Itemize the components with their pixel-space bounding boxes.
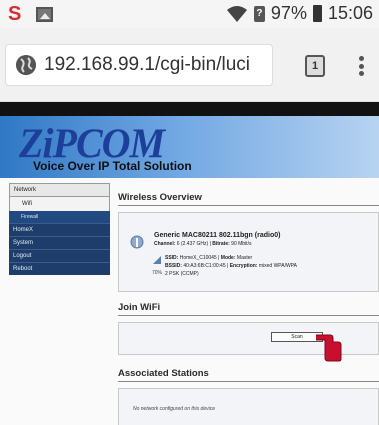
associated-stations-box: No network configured on this device	[118, 388, 379, 425]
globe-icon	[16, 55, 36, 75]
bssid-line: BSSID: 40:A3:6B:C1:00:45 | Encryption: m…	[165, 263, 298, 269]
tabs-button[interactable]: 1	[305, 55, 325, 77]
wireless-overview-title: Wireless Overview	[118, 192, 379, 206]
header-banner: ZiPCOM Voice Over IP Total Solution	[0, 116, 379, 178]
join-wifi-section: Join WiFi Scan	[118, 302, 379, 362]
page-content: Network Wifi Firewall HomeX System Logou…	[0, 178, 379, 425]
ssid-line: SSID: HomeX_C10045 | Mode: Master	[165, 255, 253, 261]
pointing-hand-icon	[316, 334, 342, 362]
associated-empty-message: No network configured on this device	[133, 406, 215, 412]
clock: 15:06	[327, 3, 373, 23]
status-bar: S ? 97% 15:06	[0, 0, 379, 28]
radio-channel-bitrate: Channel: 6 (2.437 GHz) | Bitrate: 90 Mbi…	[154, 241, 252, 247]
associated-stations-section: Associated Stations No network configure…	[118, 368, 379, 425]
status-right: ? 97% 15:06	[226, 3, 373, 24]
join-wifi-box: Scan	[118, 322, 379, 362]
sim-icon: ?	[253, 5, 265, 22]
radio-name: Generic MAC80211 802.11bgn (radio0)	[154, 232, 281, 239]
address-bar[interactable]: 192.168.99.1/cgi-bin/luci	[5, 44, 273, 86]
tagline: Voice Over IP Total Solution	[33, 159, 192, 173]
sidebar-item-network[interactable]: Network	[9, 183, 110, 197]
url-text: 192.168.99.1/cgi-bin/luci	[44, 54, 250, 75]
sidebar: Network Wifi Firewall HomeX System Logou…	[9, 183, 110, 275]
sidebar-item-logout[interactable]: Logout	[9, 249, 110, 262]
encryption-cont: 2 PSK (CCMP)	[165, 271, 199, 277]
sidebar-item-reboot[interactable]: Reboot	[9, 262, 110, 275]
overflow-menu-icon[interactable]	[358, 56, 364, 76]
notification-icons: S	[8, 4, 53, 24]
sidebar-item-firewall[interactable]: Firewall	[9, 211, 110, 223]
page-top-strip	[0, 102, 379, 116]
browser-toolbar: 192.168.99.1/cgi-bin/luci 1	[0, 28, 379, 102]
signal-icon	[153, 256, 161, 264]
signal-percent: 70%	[152, 270, 163, 276]
image-icon	[36, 6, 53, 22]
wifi-icon	[226, 5, 247, 22]
wireless-radio-icon	[130, 235, 144, 249]
sidebar-item-homex[interactable]: HomeX	[9, 223, 110, 236]
join-wifi-title: Join WiFi	[118, 302, 379, 316]
app-s-icon: S	[8, 3, 22, 25]
main-panel: Wireless Overview Generic MAC80211 802.1…	[118, 192, 379, 425]
sidebar-item-system[interactable]: System	[9, 236, 110, 249]
associated-stations-title: Associated Stations	[118, 368, 379, 382]
battery-percent: 97%	[270, 3, 307, 23]
battery-icon	[312, 5, 322, 22]
sidebar-item-wifi[interactable]: Wifi	[9, 197, 110, 211]
wireless-overview-box: Generic MAC80211 802.11bgn (radio0) Chan…	[118, 212, 379, 292]
